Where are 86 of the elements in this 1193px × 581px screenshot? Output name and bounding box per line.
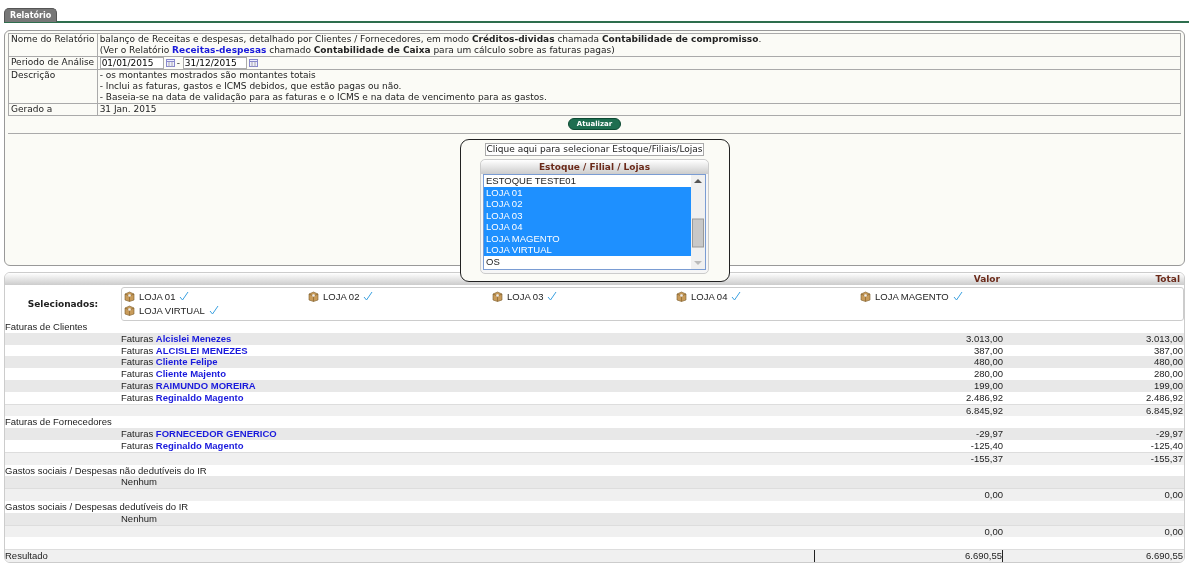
subtotal-amount: 6.845,92 <box>1146 404 1183 416</box>
package-icon <box>676 290 687 302</box>
store-name: LOJA VIRTUAL <box>139 304 205 316</box>
amount: 3.013,00 <box>1146 332 1183 344</box>
store-name: LOJA MAGENTO <box>875 290 949 302</box>
package-icon <box>124 290 135 302</box>
section-title: Faturas de Clientes <box>5 321 88 332</box>
amount: 280,00 <box>1153 368 1183 380</box>
package-icon <box>124 304 135 316</box>
row-prefix: Faturas <box>121 428 154 440</box>
amount: 199,00 <box>1153 380 1183 391</box>
row-prefix: Faturas <box>121 368 154 380</box>
subtotal-amount: -155,37 <box>1150 452 1183 464</box>
partner-link[interactable]: FORNECEDOR GENERICO <box>155 428 277 440</box>
list-option[interactable]: OS <box>484 255 691 267</box>
subtotal-amount: 0,00 <box>984 525 1003 537</box>
report-link[interactable]: Receitas-despesas <box>172 45 267 55</box>
store-listbox[interactable]: ESTOQUE TESTE01 LOJA 01 LOJA 02 LOJA 03 LOJA 04 LOJA MAGENTO LOJA VIRTUAL OS <box>483 174 706 270</box>
description-line: - os montantes mostrados são montantes totais <box>99 70 317 81</box>
store-name: LOJA 03 <box>507 290 544 302</box>
subtotal-amount: 0,00 <box>984 489 1003 501</box>
listbox-title: Estoque / Filial / Lojas <box>481 160 708 174</box>
amount: 387,00 <box>1153 344 1183 356</box>
date-separator: - <box>176 57 180 68</box>
generated-date: 31 Jan. 2015 <box>99 104 157 114</box>
description-line: - Baseia-se na data de validação para as faturas e o ICMS e na data de vencimento para as gastos. <box>99 92 548 103</box>
subtotal-amount: 0,00 <box>1164 525 1183 537</box>
row-prefix: Faturas <box>121 332 154 344</box>
amount: 2.486,92 <box>966 391 1003 403</box>
package-icon <box>860 290 871 302</box>
store-name: LOJA 04 <box>691 290 728 302</box>
partner-link[interactable]: Cliente Felipe <box>155 356 218 368</box>
result-label: Resultado <box>5 550 48 562</box>
calendar-icon <box>165 59 175 67</box>
subtotal-amount: 0,00 <box>1164 489 1183 501</box>
tab[interactable]: Relatório <box>4 8 58 22</box>
subtotal-amount: 6.845,92 <box>966 404 1003 416</box>
section-title: Gastos sociais / Despesas dedutíveis do IR <box>5 500 189 512</box>
amount: -29,97 <box>976 428 1003 440</box>
empty-label: Nenhum <box>121 512 157 524</box>
column-header: Valor <box>972 273 1001 285</box>
partner-link[interactable]: Reginaldo Magento <box>155 391 244 403</box>
list-option[interactable]: ESTOQUE TESTE01 <box>484 175 691 187</box>
field-label: Periodo de Análise <box>8 56 98 70</box>
calendar-icon <box>248 59 258 67</box>
description-line: - Inclui as faturas, gastos e ICMS debidos, que estão pagas ou não. <box>99 81 403 92</box>
column-header: Total <box>1154 273 1181 285</box>
report-name-text: balanço de Receitas e despesas, detalhado por Clientes / Fornecedores, em modo Créditos-dividas chamada Contabilidade de compromisso. <box>99 34 763 45</box>
partner-link[interactable]: Cliente Majento <box>155 368 227 380</box>
date-field[interactable]: 01/01/2015 <box>99 57 164 69</box>
result-amount: 6.690,55 <box>814 550 1003 562</box>
selected-label: Selecionados: <box>26 299 100 309</box>
store-name: LOJA 01 <box>139 290 176 302</box>
amount: -29,97 <box>1156 428 1183 440</box>
section-title: Gastos sociais / Despesas não dedutíveis do IR <box>5 464 207 476</box>
amount: 199,00 <box>973 380 1003 391</box>
amount: -125,40 <box>970 439 1003 451</box>
field-label: Descrição <box>8 69 98 104</box>
amount: 280,00 <box>973 368 1003 380</box>
partner-link[interactable]: Reginaldo Magento <box>155 439 244 451</box>
row-prefix: Faturas <box>121 439 154 451</box>
amount: 2.486,92 <box>1146 391 1183 403</box>
partner-link[interactable]: Alcislei Menezes <box>155 332 232 344</box>
amount: 387,00 <box>973 344 1003 356</box>
selector-toggle[interactable]: Clique aqui para selecionar Estoque/Filiais/Lojas <box>484 143 705 156</box>
partner-link[interactable]: ALCISLEI MENEZES <box>155 344 248 356</box>
field-label: Gerado a <box>8 103 98 116</box>
result-total: 6.690,55 <box>1146 550 1183 562</box>
package-icon <box>308 290 319 302</box>
package-icon <box>492 290 503 302</box>
row-prefix: Faturas <box>121 380 154 391</box>
amount: 3.013,00 <box>966 332 1003 344</box>
field-label: Nome do Relatório <box>8 33 98 57</box>
section-title: Faturas de Fornecedores <box>5 416 112 428</box>
partner-link[interactable]: RAIMUNDO MOREIRA <box>155 380 256 391</box>
date-field[interactable]: 31/12/2015 <box>182 57 247 69</box>
row-prefix: Faturas <box>121 344 154 356</box>
report-note-text: (Ver o Relatório Receitas-despesas chamado Contabilidade de Caixa para um cálculo sobre as faturas pagas) <box>99 45 616 56</box>
store-name: LOJA 02 <box>323 290 360 302</box>
row-prefix: Faturas <box>121 391 154 403</box>
row-prefix: Faturas <box>121 356 154 368</box>
subtotal-amount: -155,37 <box>970 452 1003 464</box>
empty-label: Nenhum <box>121 476 157 488</box>
amount: -125,40 <box>1150 439 1183 451</box>
amount: 480,00 <box>1153 356 1183 368</box>
amount: 480,00 <box>973 356 1003 368</box>
